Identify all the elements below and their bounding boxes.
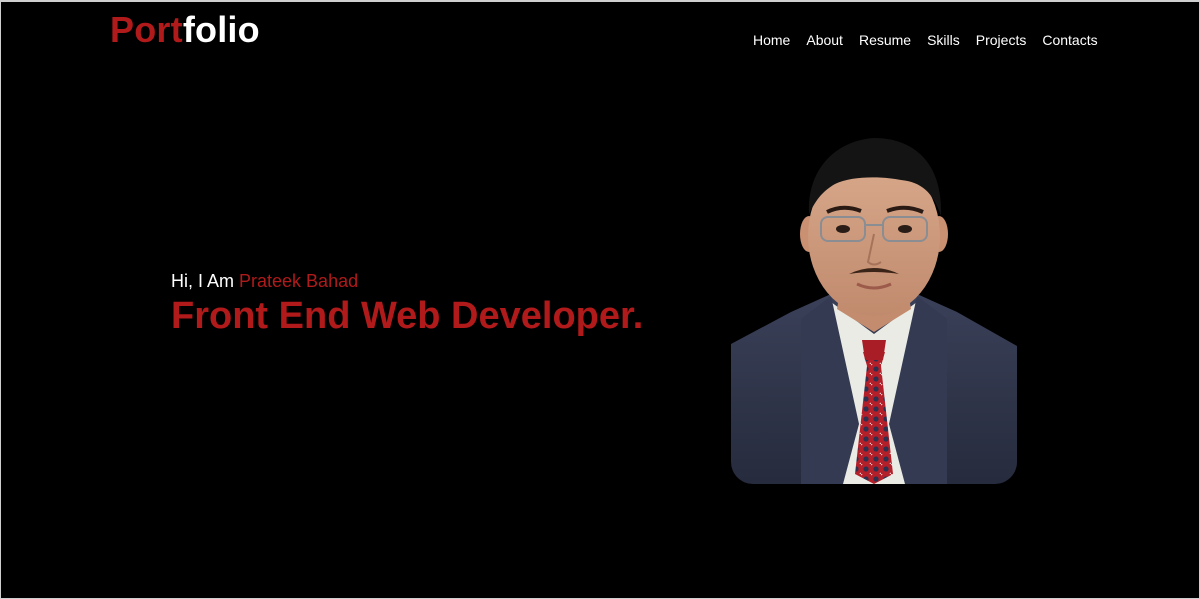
logo-rest-text: folio (182, 9, 260, 50)
main-navigation: Home About Resume Skills Projects Contac… (745, 31, 1106, 49)
profile-photo (731, 134, 1017, 484)
hero-headline: Front End Web Developer. (171, 295, 644, 337)
site-logo[interactable]: Portfolio (110, 8, 260, 52)
nav-link-about[interactable]: About (806, 31, 843, 49)
developer-name: Prateek Bahad (239, 271, 359, 291)
hero-greeting: Hi, I Am Prateek Bahad (171, 270, 643, 292)
nav-link-contacts[interactable]: Contacts (1042, 31, 1097, 49)
nav-link-home[interactable]: Home (753, 31, 790, 49)
nav-link-skills[interactable]: Skills (927, 31, 960, 49)
hero-section: Hi, I Am Prateek Bahad Front End Web Dev… (171, 270, 643, 338)
nav-link-resume[interactable]: Resume (859, 31, 911, 49)
greeting-text: Hi, I Am (171, 271, 240, 291)
logo-accent-text: Port (110, 9, 183, 50)
nav-link-projects[interactable]: Projects (976, 31, 1027, 49)
